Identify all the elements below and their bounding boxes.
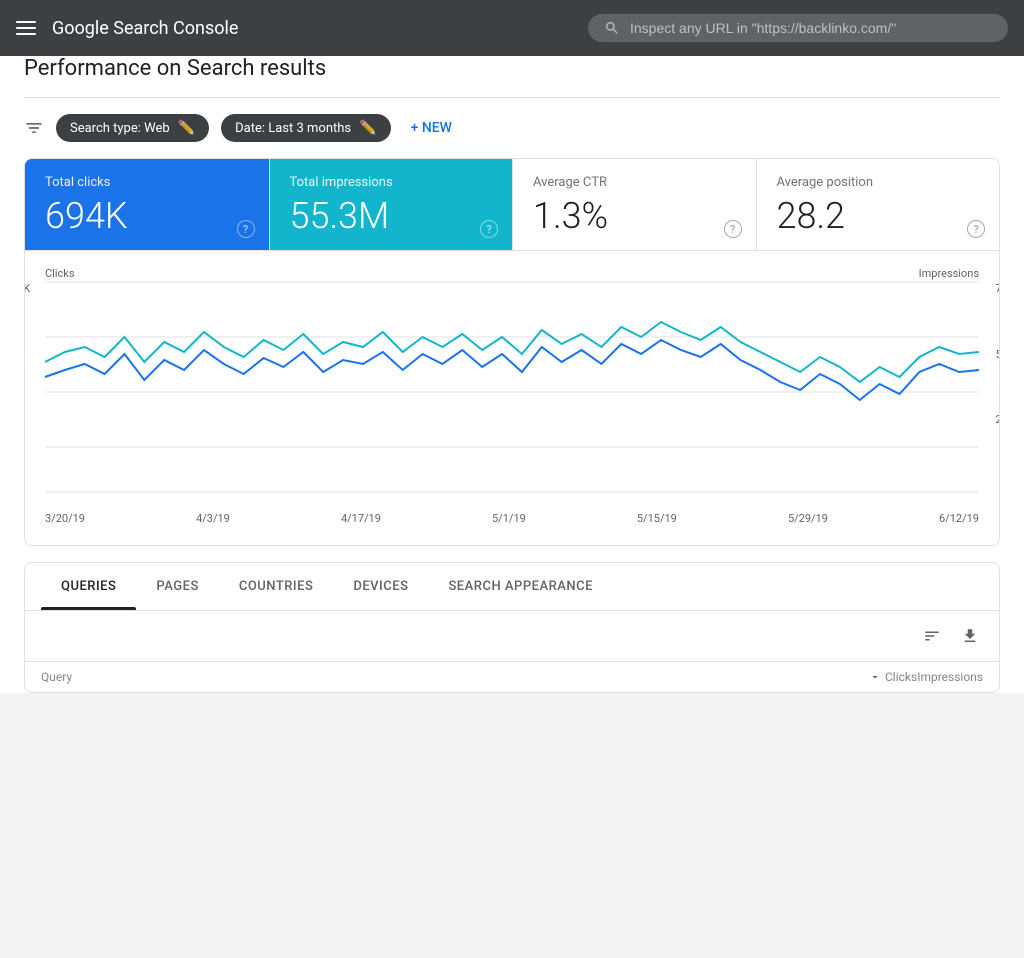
total-clicks-help-icon[interactable]: ? — [237, 220, 255, 238]
average-position-label: Average position — [777, 175, 980, 190]
bottom-section: QUERIES PAGES COUNTRIES DEVICES SEARCH A… — [24, 562, 1000, 693]
average-position-card[interactable]: Average position 28.2 ? — [756, 159, 1000, 250]
total-clicks-value: 694K — [45, 198, 249, 234]
y-right-500k: 500K — [996, 348, 1000, 361]
download-icon — [961, 627, 979, 645]
filter-bar: Search type: Web ✏️ Date: Last 3 months … — [24, 98, 1000, 158]
filter-icon-btn[interactable] — [24, 118, 44, 138]
clicks-axis-label: Clicks — [45, 267, 75, 280]
y-left-0: 0 — [24, 479, 30, 492]
download-button[interactable] — [957, 623, 983, 649]
total-impressions-card[interactable]: Total impressions 55.3M ? — [269, 159, 513, 250]
impressions-column-header: Impressions — [917, 670, 983, 684]
tab-queries[interactable]: QUERIES — [41, 563, 136, 610]
tab-search-appearance[interactable]: SEARCH APPEARANCE — [428, 563, 613, 610]
search-icon — [604, 20, 620, 36]
url-inspect-input[interactable] — [630, 20, 992, 36]
filter-rows-icon — [923, 627, 941, 645]
x-label-4: 5/15/19 — [637, 512, 677, 525]
y-left-8k: 8K — [24, 348, 30, 361]
nav-logo: Google Search Console — [52, 18, 238, 39]
page-title: Performance on Search results — [24, 56, 1000, 98]
average-ctr-help-icon[interactable]: ? — [724, 220, 742, 238]
average-position-help-icon[interactable]: ? — [967, 220, 985, 238]
x-label-5: 5/29/19 — [788, 512, 828, 525]
y-left-12k: 12K — [24, 282, 30, 295]
filter-icon — [24, 118, 44, 138]
total-impressions-value: 55.3M — [290, 198, 493, 234]
x-label-1: 4/3/19 — [196, 512, 230, 525]
average-ctr-card[interactable]: Average CTR 1.3% ? — [512, 159, 756, 250]
new-label: + NEW — [411, 120, 452, 136]
table-toolbar — [25, 611, 999, 661]
clicks-column-header[interactable]: Clicks — [869, 670, 917, 684]
y-right-250k: 250K — [996, 413, 1000, 426]
performance-chart — [45, 282, 979, 502]
x-label-0: 3/20/19 — [45, 512, 85, 525]
new-filter-button[interactable]: + NEW — [403, 114, 460, 142]
clicks-line — [45, 340, 979, 400]
top-nav: Google Search Console — [0, 0, 1024, 56]
metrics-cards: Total clicks 694K ? Total impressions 55… — [25, 159, 999, 251]
total-clicks-label: Total clicks — [45, 175, 249, 190]
y-right-0: 0 — [996, 479, 1000, 492]
impressions-axis-label: Impressions — [919, 267, 979, 280]
x-label-3: 5/1/19 — [492, 512, 526, 525]
edit-date-icon: ✏️ — [359, 120, 376, 136]
chart-area: Clicks Impressions — [25, 251, 999, 545]
average-ctr-value: 1.3% — [533, 198, 736, 234]
y-left-4k: 4K — [24, 413, 30, 426]
date-chip[interactable]: Date: Last 3 months ✏️ — [221, 114, 390, 142]
chart-container: 12K 8K 4K 0 750K 500K 250K 0 — [45, 282, 979, 506]
average-ctr-label: Average CTR — [533, 175, 736, 190]
total-impressions-help-icon[interactable]: ? — [480, 220, 498, 238]
metrics-section: Total clicks 694K ? Total impressions 55… — [24, 158, 1000, 546]
search-bar[interactable] — [588, 14, 1008, 42]
tab-countries[interactable]: COUNTRIES — [219, 563, 334, 610]
edit-search-type-icon: ✏️ — [178, 120, 195, 136]
x-label-2: 4/17/19 — [341, 512, 381, 525]
sort-down-icon — [869, 671, 881, 683]
y-right-750k: 750K — [996, 282, 1000, 295]
query-column-header: Query — [41, 670, 869, 684]
tab-devices[interactable]: DEVICES — [333, 563, 428, 610]
table-header-row: Query Clicks Impressions — [25, 661, 999, 692]
hamburger-icon[interactable] — [16, 21, 36, 35]
tabs-bar: QUERIES PAGES COUNTRIES DEVICES SEARCH A… — [25, 563, 999, 611]
tab-pages[interactable]: PAGES — [136, 563, 218, 610]
search-type-label: Search type: Web — [70, 121, 170, 136]
impressions-line — [45, 322, 979, 382]
filter-rows-button[interactable] — [919, 623, 945, 649]
average-position-value: 28.2 — [777, 198, 980, 234]
date-label: Date: Last 3 months — [235, 121, 351, 136]
total-clicks-card[interactable]: Total clicks 694K ? — [25, 159, 269, 250]
x-label-6: 6/12/19 — [939, 512, 979, 525]
total-impressions-label: Total impressions — [290, 175, 493, 190]
logo-text: Google Search Console — [52, 18, 238, 39]
search-type-chip[interactable]: Search type: Web ✏️ — [56, 114, 209, 142]
